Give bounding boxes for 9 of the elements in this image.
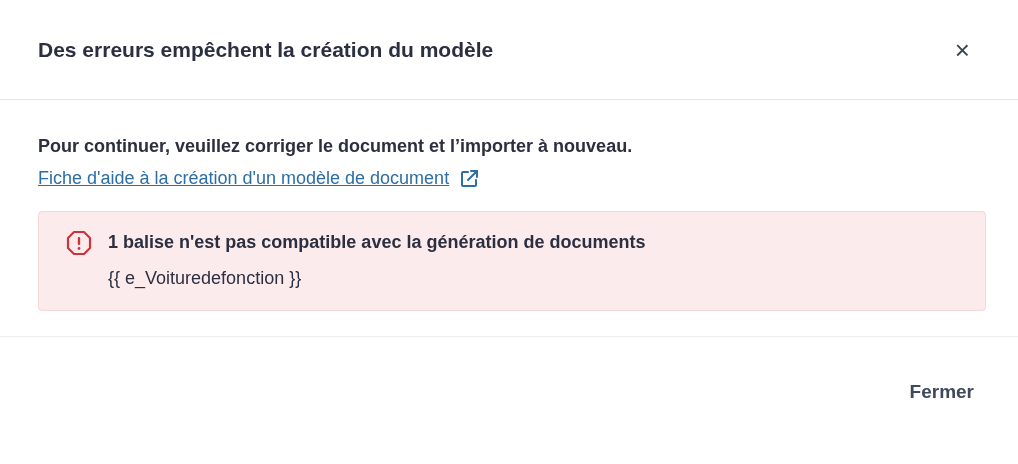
dialog-title: Des erreurs empêchent la création du modèle [38,37,494,62]
error-icon [66,230,92,256]
error-title: 1 balise n'est pas compatible avec la génération de documents [108,231,646,254]
close-dialog-button[interactable]: Fermer [909,381,974,403]
instruction-text: Pour continuer, veuillez corriger le document et l’importer à nouveau. [38,135,634,158]
help-link[interactable]: Fiche d'aide à la création d'un modèle de document [38,168,450,189]
external-link-icon [459,168,480,189]
close-button[interactable]: × [950,36,974,63]
tag-name: {{ e_Voituredefonction }} [108,267,303,290]
